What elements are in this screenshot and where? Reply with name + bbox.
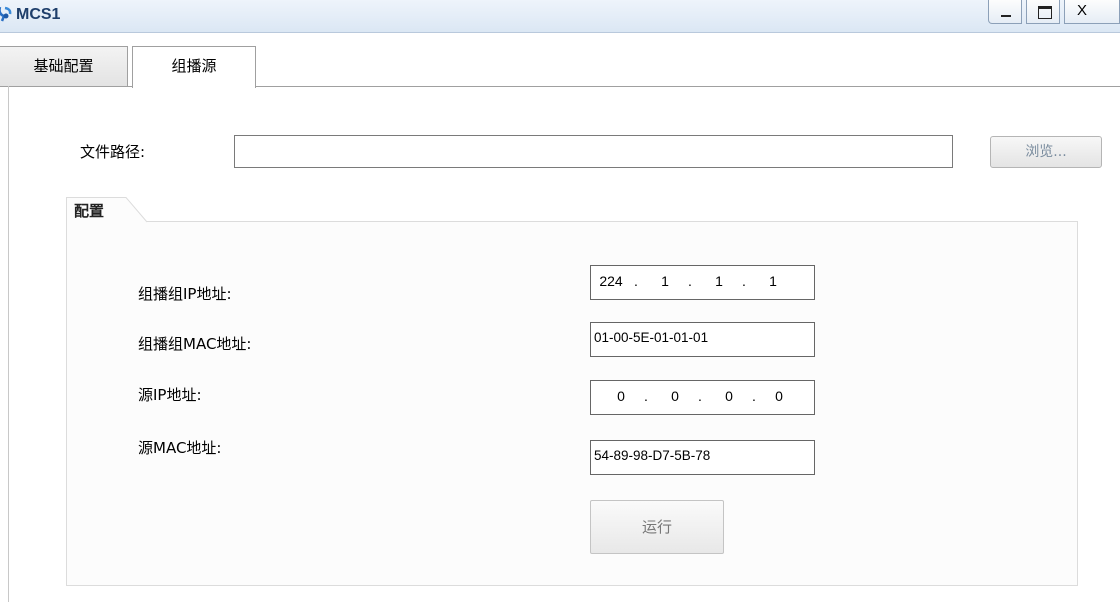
source-ip-octet-2[interactable]: 0 <box>657 388 693 404</box>
ip-dot: . <box>634 273 638 289</box>
multicast-ip-label: 组播组IP地址: <box>138 285 232 303</box>
config-group <box>66 221 1078 586</box>
file-path-input[interactable] <box>234 135 953 168</box>
close-icon: X <box>1077 2 1088 19</box>
source-mac-label: 源MAC地址: <box>138 439 222 457</box>
close-button[interactable]: X <box>1064 0 1120 24</box>
ip-dot: . <box>698 388 702 404</box>
tab-basic-config[interactable]: 基础配置 <box>0 46 128 86</box>
multicast-ip-octet-1[interactable]: 224 <box>593 273 629 289</box>
title-bar: MCS1 X <box>0 0 1120 33</box>
browse-button[interactable]: 浏览... <box>990 136 1102 168</box>
multicast-ip-octet-2[interactable]: 1 <box>647 273 683 289</box>
source-mac-field[interactable]: 54-89-98-D7-5B-78 <box>590 440 815 475</box>
multicast-mac-label: 组播组MAC地址: <box>138 335 252 353</box>
source-ip-octet-3[interactable]: 0 <box>711 388 747 404</box>
maximize-button[interactable] <box>1026 0 1060 24</box>
run-button[interactable]: 运行 <box>590 500 724 554</box>
tab-basic-config-label: 基础配置 <box>33 57 94 75</box>
ip-dot: . <box>752 388 756 404</box>
tab-multicast-source-label: 组播源 <box>171 57 217 75</box>
source-ip-label: 源IP地址: <box>138 386 202 404</box>
minimize-button[interactable] <box>988 0 1022 24</box>
tab-active-gap <box>133 85 255 88</box>
tab-multicast-source[interactable]: 组播源 <box>132 46 256 88</box>
multicast-mac-field[interactable]: 01-00-5E-01-01-01 <box>590 322 815 357</box>
ip-dot: . <box>688 273 692 289</box>
ip-dot: . <box>742 273 746 289</box>
maximize-icon <box>1038 6 1052 19</box>
file-path-label: 文件路径: <box>80 143 146 161</box>
multicast-ip-octet-4[interactable]: 1 <box>755 273 791 289</box>
window-title: MCS1 <box>16 6 61 23</box>
ip-dot: . <box>644 388 648 404</box>
config-group-label: 配置 <box>74 202 105 220</box>
source-mac-value: 54-89-98-D7-5B-78 <box>594 448 711 463</box>
multicast-ip-octet-3[interactable]: 1 <box>701 273 737 289</box>
source-ip-octet-4[interactable]: 0 <box>761 388 797 404</box>
config-group-tab: 配置 <box>66 197 148 223</box>
source-ip-field[interactable]: 0 . 0 . 0 . 0 <box>590 380 815 415</box>
source-ip-octet-1[interactable]: 0 <box>603 388 639 404</box>
app-network-icon <box>0 6 12 22</box>
multicast-mac-value: 01-00-5E-01-01-01 <box>594 330 709 345</box>
multicast-ip-field[interactable]: 224 . 1 . 1 . 1 <box>590 265 815 300</box>
minimize-icon <box>1001 15 1011 17</box>
content-left-border <box>8 86 9 602</box>
